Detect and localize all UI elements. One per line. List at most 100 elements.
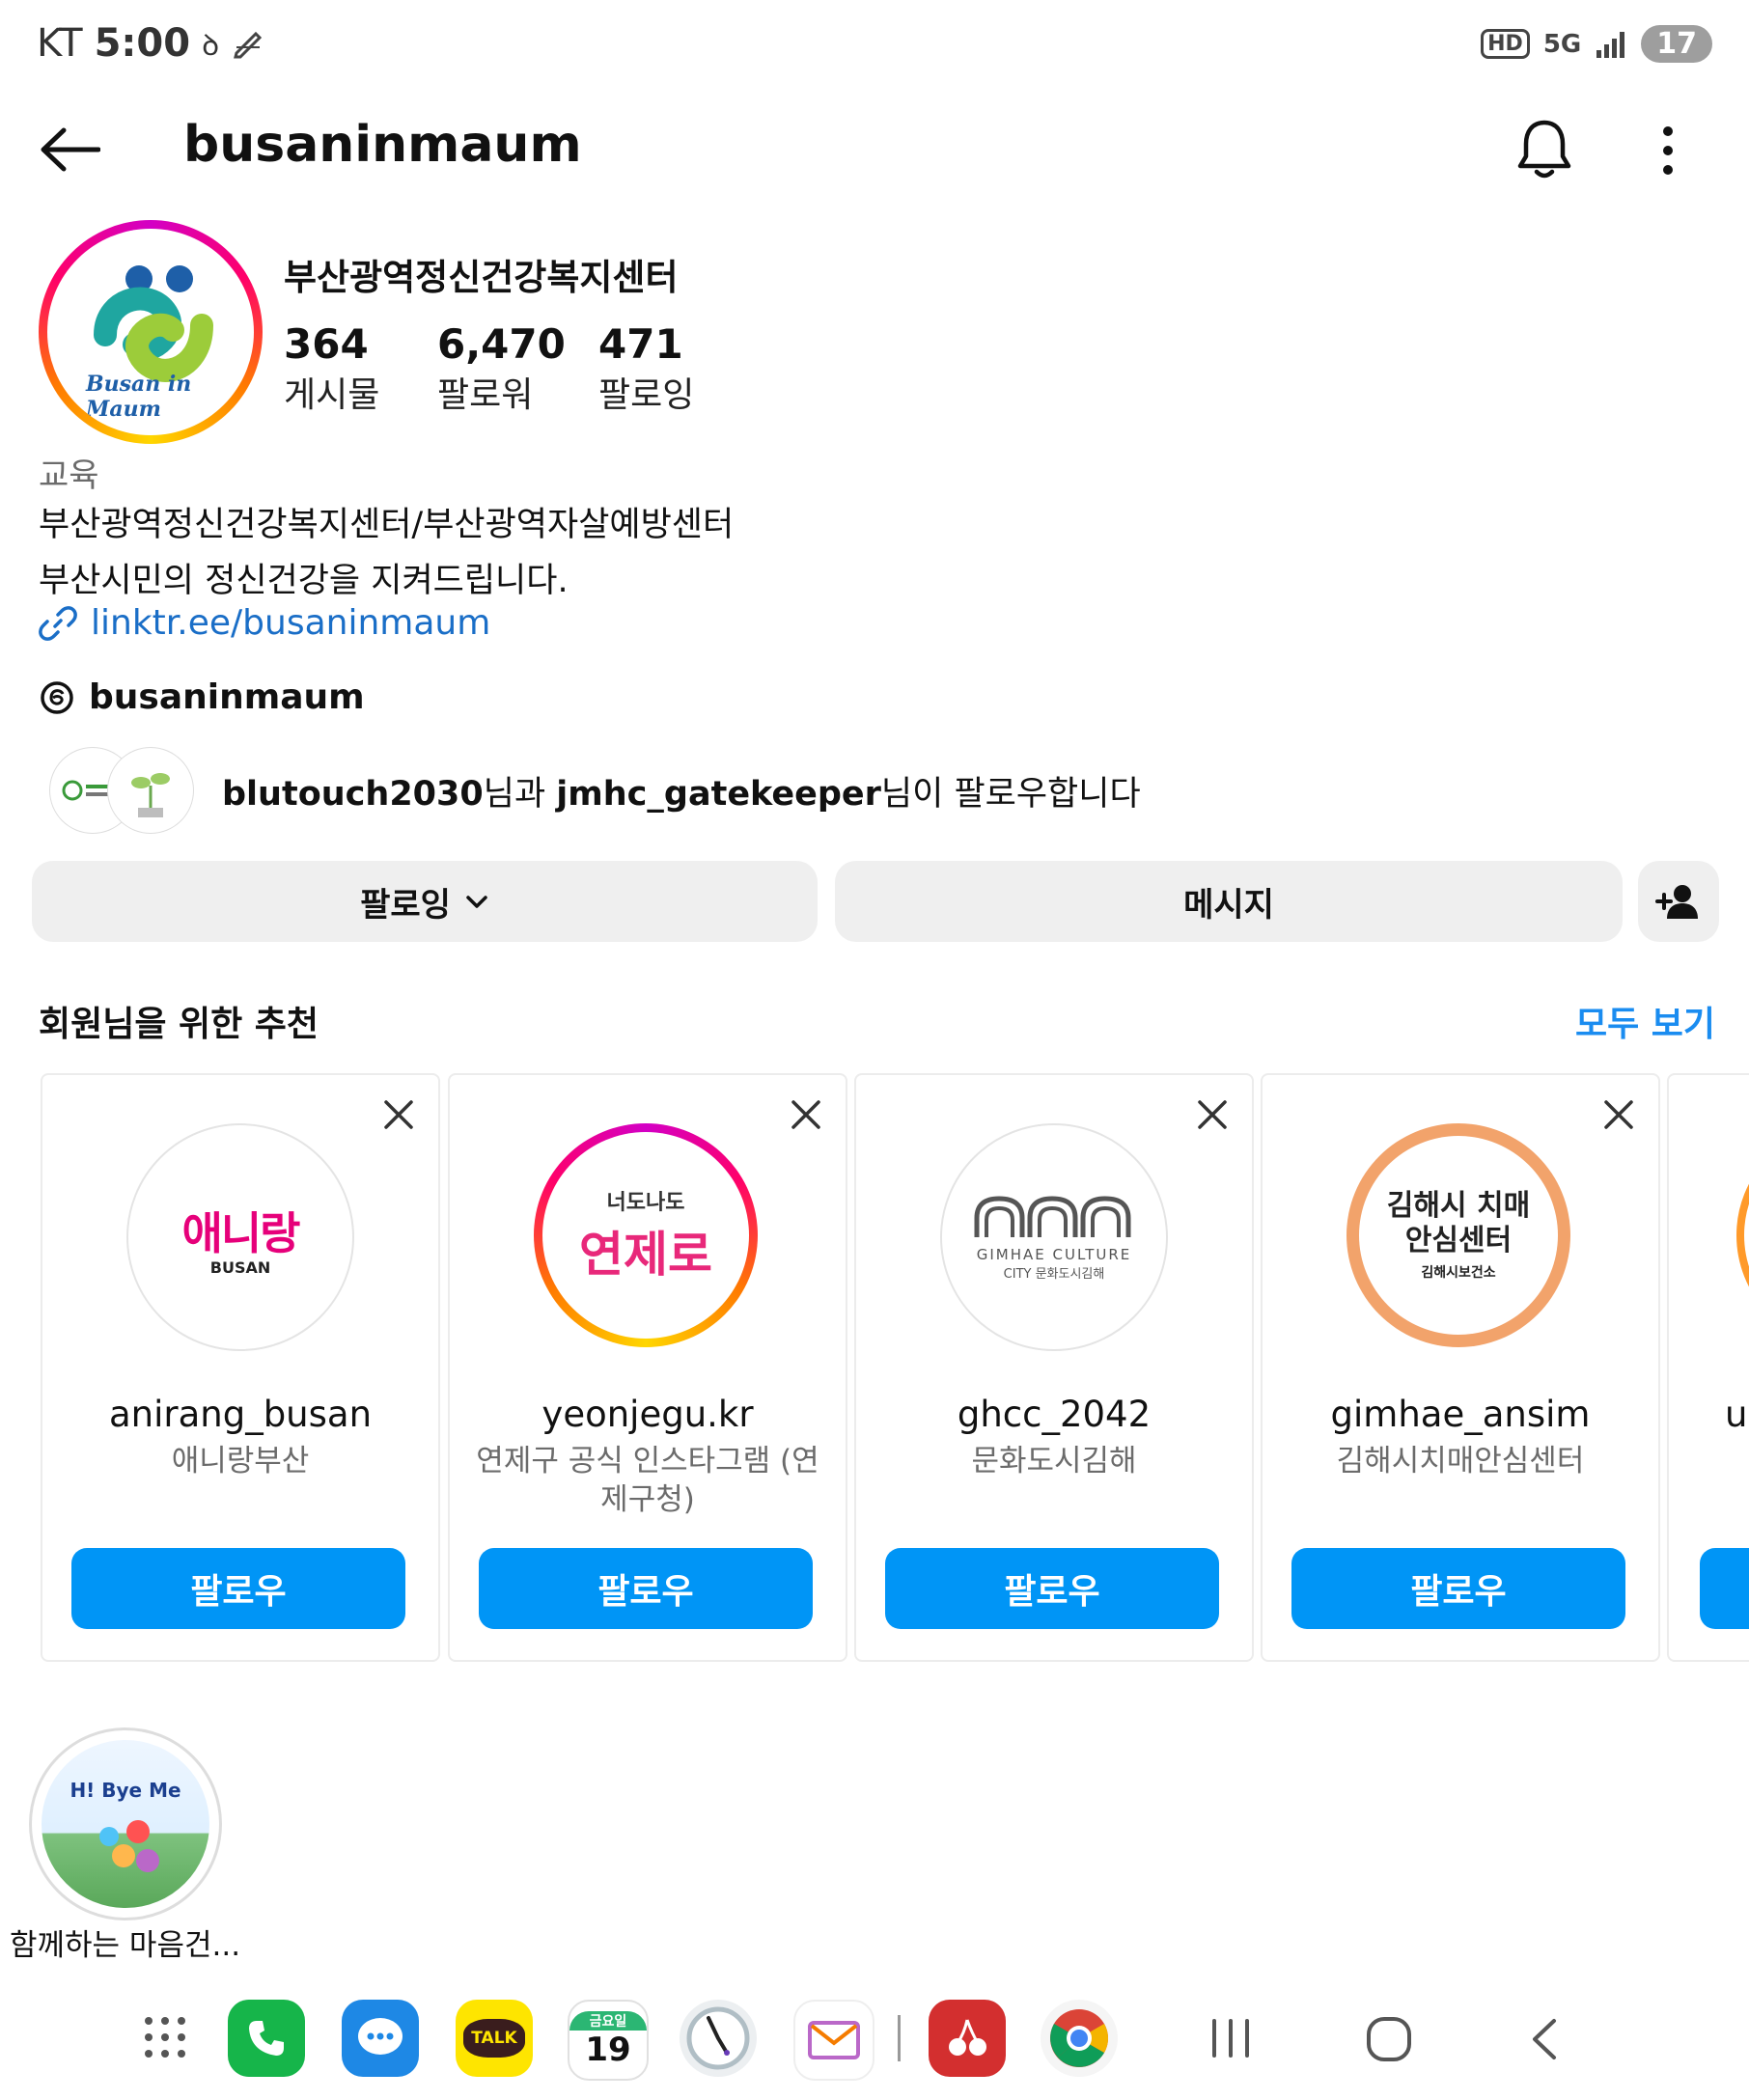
suggestion-handle[interactable]: ghcc_2042 <box>856 1394 1252 1435</box>
following-stat[interactable]: 471 팔로잉 <box>598 318 694 421</box>
home-icon[interactable] <box>1365 2015 1413 2063</box>
mutual-followers[interactable]: blutouch2030님과 jmhc_gatekeeper님이 팔로우합니다 <box>50 748 1141 833</box>
threads-handle: busaninmaum <box>89 677 365 717</box>
recent-apps-icon[interactable] <box>1208 2017 1253 2059</box>
cherry-app-icon[interactable] <box>929 2000 1006 2077</box>
phone-app-icon[interactable] <box>228 2000 305 2077</box>
kakaotalk-app-icon[interactable]: TALK <box>456 2000 533 2077</box>
bio-line-1: 부산광역정신건강복지센터/부산광역자살예방센터 <box>39 506 735 544</box>
chrome-app-icon[interactable] <box>1041 2000 1118 2077</box>
suggestion-handle[interactable]: gimhae_ansim <box>1263 1394 1658 1435</box>
threads-icon <box>41 680 73 714</box>
follow-button[interactable]: 팔로우 <box>1291 1548 1625 1629</box>
suggestion-name: 김해시치매안심센터 <box>1336 1444 1585 1478</box>
follow-button[interactable] <box>1700 1548 1749 1629</box>
bio-link[interactable]: linktr.ee/busaninmaum <box>39 603 490 643</box>
profile-avatar[interactable]: Busan in Maum <box>39 220 263 444</box>
suggestion-card[interactable]: ul <box>1667 1073 1749 1662</box>
status-bar-left: KT 5:00 ꝺ <box>37 21 265 66</box>
status-bar-right: HD 5G 17 <box>1481 25 1712 63</box>
close-icon[interactable] <box>788 1096 824 1133</box>
hd-badge: HD <box>1481 29 1530 59</box>
more-options-icon[interactable] <box>1649 125 1687 176</box>
character-illustration-icon <box>99 1820 159 1872</box>
close-icon[interactable] <box>380 1096 417 1133</box>
nav-back-icon[interactable] <box>1527 2017 1562 2061</box>
mutual-joiner: 님과 <box>483 774 557 814</box>
logo-sub: 김해시보건소 <box>1421 1265 1496 1281</box>
clock-icon <box>686 2006 750 2070</box>
suggestion-avatar[interactable]: 너도나도 연제로 <box>534 1123 758 1347</box>
phone-icon <box>249 2021 284 2056</box>
close-icon[interactable] <box>1194 1096 1231 1133</box>
follow-button[interactable]: 팔로우 <box>479 1548 813 1629</box>
clock: 5:00 <box>94 21 191 66</box>
message-button[interactable]: 메시지 <box>835 861 1623 942</box>
close-icon[interactable] <box>1600 1096 1637 1133</box>
suggestion-card[interactable]: 애니랑 BUSAN anirang_busan 애니랑부산 팔로우 <box>41 1073 440 1662</box>
add-person-icon <box>1655 885 1698 919</box>
mail-icon <box>808 2021 860 2059</box>
posts-label: 게시물 <box>284 375 380 415</box>
mutual-follower-avatar <box>108 748 193 833</box>
followers-stat[interactable]: 6,470 팔로워 <box>437 318 566 421</box>
following-button[interactable]: 팔로잉 <box>32 861 818 942</box>
logo-sub: CITY 문화도시김해 <box>1003 1266 1105 1282</box>
follow-button[interactable]: 팔로우 <box>71 1548 405 1629</box>
chevron-down-icon <box>466 896 487 908</box>
logo-text: 김해시 치매안심센터 <box>1386 1189 1531 1257</box>
carrier: KT <box>37 21 83 66</box>
kakaotalk-label: TALK <box>463 2019 525 2058</box>
plant-icon <box>131 773 170 817</box>
following-label: 팔로잉 <box>598 375 695 415</box>
bell-icon[interactable] <box>1515 118 1573 181</box>
suggestions-title: 회원님을 위한 추천 <box>39 1005 319 1044</box>
app-drawer-icon[interactable] <box>143 2015 187 2059</box>
highlight-label: 함께하는 마음건... <box>10 1928 241 1963</box>
suggestion-handle[interactable]: anirang_busan <box>42 1394 438 1435</box>
following-button-label: 팔로잉 <box>360 885 451 925</box>
chat-bubble-icon <box>358 2018 403 2055</box>
logo-text: 연제로 <box>579 1227 712 1283</box>
see-all-link[interactable]: 모두 보기 <box>1575 996 1715 1046</box>
suggestion-avatar[interactable] <box>1736 1123 1749 1347</box>
suggestion-card[interactable]: 김해시 치매안심센터 김해시보건소 gimhae_ansim 김해시치매안심센터… <box>1261 1073 1660 1662</box>
suggestion-card[interactable]: 너도나도 연제로 yeonjegu.kr 연제구 공식 인스타그램 (연제구청)… <box>448 1073 847 1662</box>
suggestion-handle[interactable]: yeonjegu.kr <box>450 1394 846 1435</box>
bio-line-2: 부산시민의 정신건강을 지켜드립니다. <box>39 562 569 600</box>
suggest-people-button[interactable] <box>1638 861 1719 942</box>
avatar-wordmark: Busan in Maum <box>86 372 192 422</box>
message-button-label: 메시지 <box>1183 885 1274 925</box>
network-label: 5G <box>1542 29 1582 59</box>
profile-category: 교육 <box>39 456 99 495</box>
link-icon <box>39 605 77 641</box>
suggestion-card[interactable]: GIMHAE CULTURE CITY 문화도시김해 ghcc_2042 문화도… <box>854 1073 1254 1662</box>
follow-button[interactable]: 팔로우 <box>885 1548 1219 1629</box>
dock-divider <box>898 2015 901 2061</box>
cherry-icon <box>949 2019 986 2056</box>
suggestion-name: 연제구 공식 인스타그램 (연제구청) <box>476 1444 819 1517</box>
email-app-icon[interactable] <box>793 2000 874 2081</box>
highlight-cover: H! Bye Me <box>42 1740 209 1908</box>
story-highlight[interactable]: H! Bye Me <box>29 1727 222 1920</box>
signal-icon <box>1596 31 1625 58</box>
mutual-follower-1[interactable]: blutouch2030 <box>222 775 484 814</box>
suggestion-avatar[interactable]: 김해시 치매안심센터 김해시보건소 <box>1346 1123 1570 1347</box>
bio-link-text: linktr.ee/busaninmaum <box>91 603 491 643</box>
mutual-follower-2[interactable]: jmhc_gatekeeper <box>556 775 881 814</box>
suggestion-avatar[interactable]: 애니랑 BUSAN <box>126 1123 354 1351</box>
followers-count: 6,470 <box>437 320 566 368</box>
suggestion-handle[interactable]: ul <box>1725 1394 1749 1435</box>
back-arrow-icon[interactable] <box>39 125 100 174</box>
posts-stat[interactable]: 364 게시물 <box>284 318 379 421</box>
logo-text: GIMHAE CULTURE <box>976 1245 1132 1263</box>
suggestion-avatar[interactable]: GIMHAE CULTURE CITY 문화도시김해 <box>940 1123 1168 1351</box>
messages-app-icon[interactable] <box>342 2000 419 2077</box>
gimhae-arch-logo-icon <box>974 1195 1131 1237</box>
posts-count: 364 <box>284 320 369 368</box>
followers-label: 팔로워 <box>437 375 534 415</box>
threads-badge[interactable]: busaninmaum <box>39 677 365 717</box>
calendar-app-icon[interactable]: 금요일 19 <box>568 2000 649 2081</box>
clock-app-icon[interactable] <box>680 2000 757 2077</box>
header-username: busaninmaum <box>183 116 582 174</box>
